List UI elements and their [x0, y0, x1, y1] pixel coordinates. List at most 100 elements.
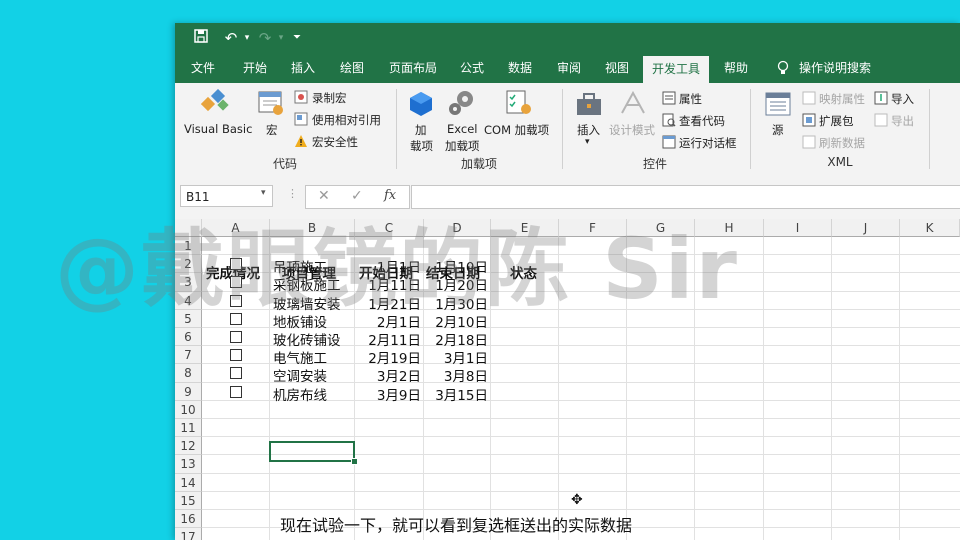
gridline	[899, 237, 900, 540]
relative-reference-icon	[294, 111, 308, 130]
task-start-date[interactable]: 2月19日	[368, 347, 421, 367]
properties-icon	[662, 90, 676, 109]
tab-view[interactable]: 视图	[597, 53, 637, 83]
group-separator	[750, 89, 751, 169]
cursor-crosshair-icon: ✥	[571, 492, 583, 508]
warning-icon	[294, 133, 308, 152]
design-mode-icon	[619, 89, 647, 121]
view-code-icon	[662, 112, 676, 131]
row-header-17[interactable]: 17	[175, 528, 202, 540]
task-name[interactable]: 空调安装	[273, 365, 327, 385]
tab-insert[interactable]: 插入	[283, 53, 323, 83]
row-header-15[interactable]: 15	[175, 491, 202, 510]
gridline	[202, 472, 960, 474]
tab-draw[interactable]: 绘图	[332, 53, 372, 83]
column-header-k[interactable]: K	[900, 219, 960, 237]
row-header-13[interactable]: 13	[175, 455, 202, 474]
refresh-data-icon	[802, 134, 816, 153]
task-start-date[interactable]: 3月9日	[377, 384, 421, 404]
save-icon[interactable]	[191, 28, 211, 48]
tell-me-search[interactable]: 操作说明搜索	[797, 53, 873, 83]
row-header-11[interactable]: 11	[175, 419, 202, 438]
design-mode-button[interactable]: 设计模式	[609, 122, 655, 138]
task-end-date[interactable]: 3月8日	[444, 365, 488, 385]
com-addins-button[interactable]: COM 加载项	[484, 122, 549, 138]
row-header-9[interactable]: 9	[175, 382, 202, 401]
title-bar: ↶ ▾ ↷ ▾ ⏷	[175, 23, 960, 53]
visual-basic-button[interactable]: Visual Basic	[184, 122, 252, 136]
task-checkbox[interactable]	[230, 331, 242, 343]
run-dialog-button[interactable]: 运行对话框	[679, 135, 737, 151]
column-header-j[interactable]: J	[832, 219, 900, 237]
tab-formulas[interactable]: 公式	[452, 53, 492, 83]
properties-button[interactable]: 属性	[679, 91, 702, 107]
insert-function-icon[interactable]: fx	[384, 188, 396, 203]
task-start-date[interactable]: 2月11日	[368, 329, 421, 349]
record-macro-button[interactable]: 录制宏	[312, 90, 347, 106]
insert-control-button[interactable]: 插入	[577, 122, 600, 138]
task-end-date[interactable]: 2月18日	[435, 329, 488, 349]
lightbulb-icon	[773, 53, 793, 83]
group-label-controls: 控件	[642, 157, 667, 171]
excel-addins-button[interactable]: Excel	[447, 122, 477, 136]
import-button[interactable]: 导入	[891, 91, 914, 107]
addins-button[interactable]: 加	[415, 122, 427, 138]
ribbon-tabs: 文件 开始 插入 绘图 页面布局 公式 数据 审阅 视图 开发工具 帮助 操作说…	[175, 53, 960, 83]
selected-cell-b11[interactable]	[269, 441, 355, 462]
fill-handle[interactable]	[351, 458, 358, 465]
tab-file[interactable]: 文件	[183, 53, 223, 83]
task-checkbox[interactable]	[230, 349, 242, 362]
video-subtitle: 现在试验一下，就可以看到复选框送出的实际数据	[280, 516, 633, 535]
task-start-date[interactable]: 3月2日	[377, 365, 421, 385]
record-macro-icon	[294, 89, 308, 108]
macro-security-button[interactable]: 宏安全性	[312, 134, 358, 150]
tab-developer[interactable]: 开发工具	[643, 56, 709, 83]
row-header-14[interactable]: 14	[175, 473, 202, 492]
task-name[interactable]: 电气施工	[273, 347, 327, 367]
visual-basic-icon	[200, 88, 231, 119]
row-header-10[interactable]: 10	[175, 400, 202, 419]
tab-help[interactable]: 帮助	[716, 53, 756, 83]
relative-reference-button[interactable]: 使用相对引用	[312, 112, 381, 128]
row-header-7[interactable]: 7	[175, 346, 202, 365]
refresh-data-button[interactable]: 刷新数据	[819, 135, 865, 151]
group-label-code: 代码	[272, 157, 297, 171]
task-checkbox[interactable]	[230, 367, 242, 380]
map-properties-button[interactable]: 映射属性	[819, 91, 865, 107]
export-button[interactable]: 导出	[891, 113, 914, 129]
task-name[interactable]: 机房布线	[273, 384, 327, 404]
row-header-6[interactable]: 6	[175, 328, 202, 347]
gridline	[202, 509, 960, 510]
macros-icon	[257, 89, 285, 121]
undo-dropdown-icon[interactable]: ▾	[237, 28, 257, 48]
task-end-date[interactable]: 3月15日	[435, 384, 488, 404]
task-name[interactable]: 玻化砖铺设	[273, 329, 341, 349]
xml-source-button[interactable]: 源	[772, 122, 784, 138]
formula-bar-grip-icon: ⋮	[287, 187, 298, 200]
row-header-8[interactable]: 8	[175, 364, 202, 383]
gridline	[763, 237, 764, 540]
excel-addins-button-line2[interactable]: 加载项	[445, 138, 480, 154]
com-addins-icon	[505, 89, 533, 121]
task-end-date[interactable]: 3月1日	[444, 347, 488, 367]
customize-toolbar-icon[interactable]: ⏷	[287, 28, 307, 48]
row-header-16[interactable]: 16	[175, 510, 202, 529]
insert-dropdown-icon[interactable]: ▾	[585, 137, 590, 147]
task-checkbox[interactable]	[230, 385, 242, 398]
view-code-button[interactable]: 查看代码	[679, 113, 725, 129]
row-header-12[interactable]: 12	[175, 437, 202, 456]
addins-button-line2[interactable]: 载项	[410, 138, 433, 154]
tab-review[interactable]: 审阅	[549, 53, 589, 83]
name-box-dropdown-icon[interactable]: ▾	[261, 188, 266, 198]
toolbox-icon	[575, 91, 603, 121]
expansion-pack-button[interactable]: 扩展包	[819, 113, 854, 129]
tab-page-layout[interactable]: 页面布局	[383, 53, 443, 83]
tab-data[interactable]: 数据	[500, 53, 540, 83]
map-properties-icon	[802, 90, 816, 109]
import-icon	[874, 90, 888, 109]
macros-button[interactable]: 宏	[266, 122, 278, 138]
tab-home[interactable]: 开始	[235, 53, 275, 83]
xml-source-icon	[764, 91, 792, 121]
excel-addins-icon	[447, 89, 477, 121]
column-header-i[interactable]: I	[764, 219, 832, 237]
